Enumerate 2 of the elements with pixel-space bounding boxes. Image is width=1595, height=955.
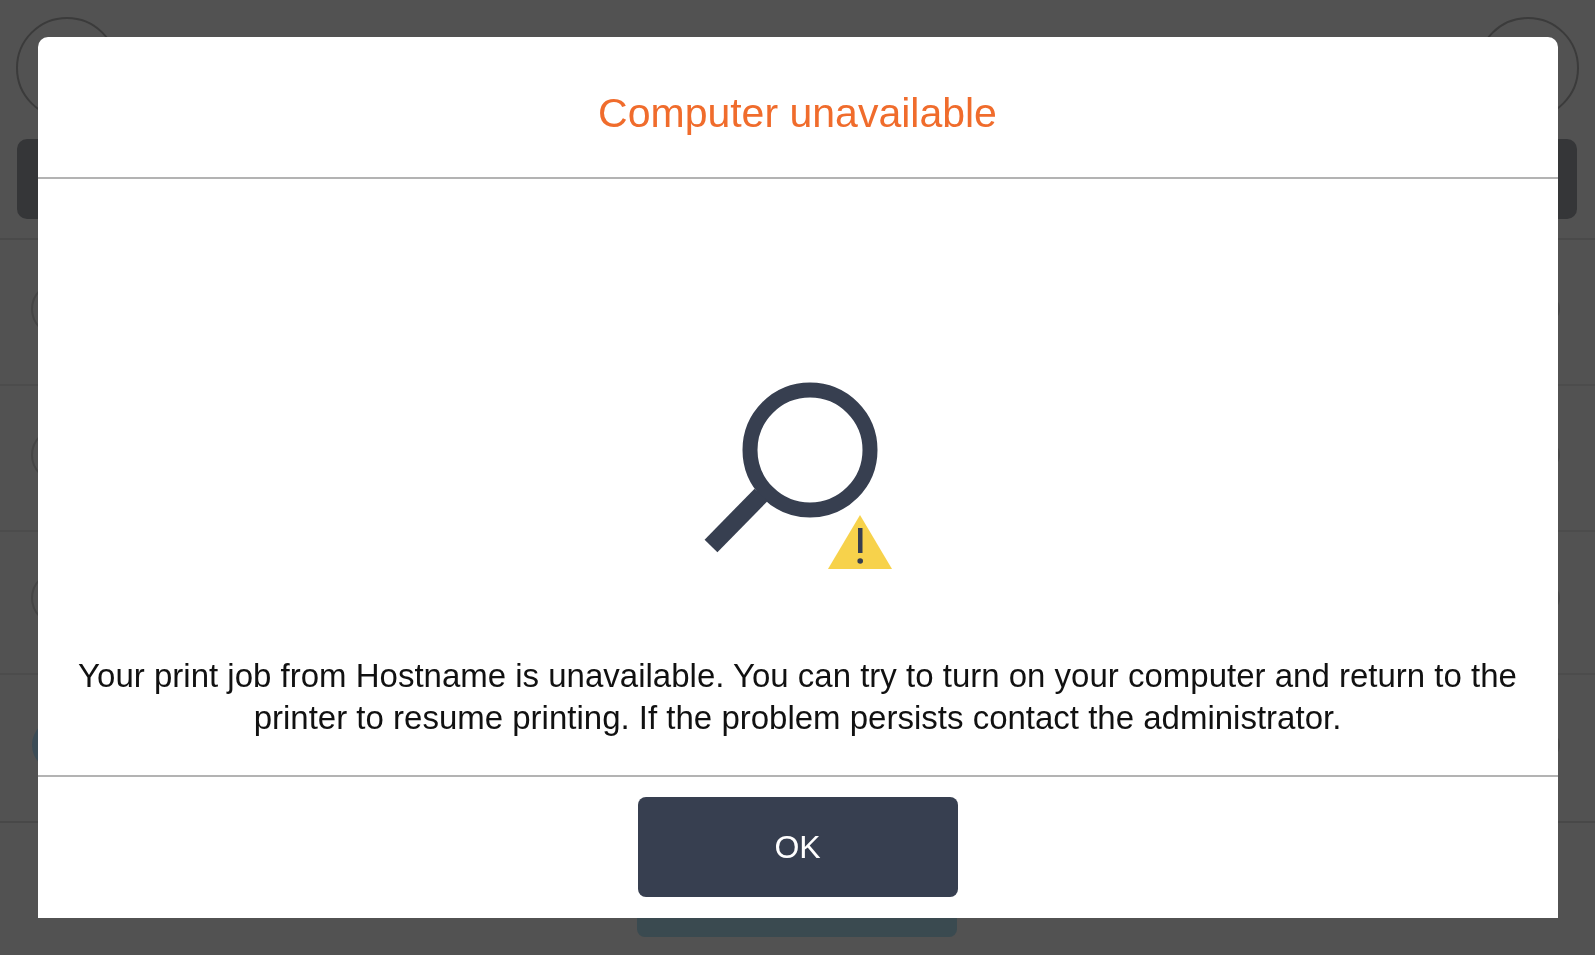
dialog-title: Computer unavailable [598,89,997,139]
dialog-message: Your print job from Hostname is unavailable. You can try to turn on your computer and return to the printer to resume printing. If the problem persists contact the administrator. [77,656,1518,738]
